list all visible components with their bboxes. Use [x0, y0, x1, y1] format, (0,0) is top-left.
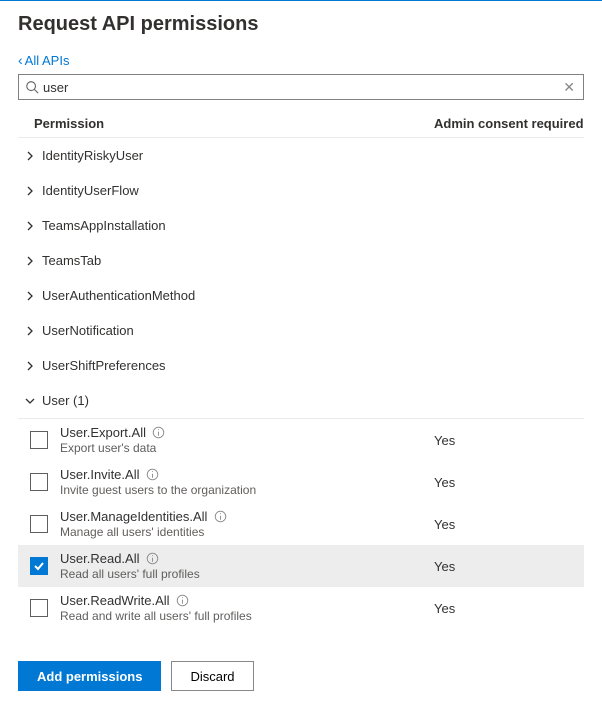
chevron-right-icon	[24, 360, 36, 372]
column-headers: Permission Admin consent required	[18, 110, 584, 138]
group-label: UserNotification	[42, 323, 134, 338]
permission-group[interactable]: TeamsAppInstallation	[18, 208, 584, 243]
info-icon[interactable]	[176, 594, 190, 608]
search-icon	[25, 80, 39, 94]
permission-group[interactable]: IdentityUserFlow	[18, 173, 584, 208]
group-label: User (1)	[42, 393, 89, 408]
permission-name: User.Export.All	[60, 425, 146, 440]
group-label: TeamsAppInstallation	[42, 218, 166, 233]
consent-required: Yes	[434, 517, 584, 532]
info-icon[interactable]	[213, 510, 227, 524]
back-link-label: All APIs	[25, 53, 70, 68]
permission-checkbox[interactable]	[30, 515, 48, 533]
search-input-wrap: ✕	[18, 74, 584, 100]
permission-checkbox[interactable]	[30, 557, 48, 575]
search-input[interactable]	[43, 75, 561, 99]
permission-name: User.Invite.All	[60, 467, 139, 482]
permission-name: User.ManageIdentities.All	[60, 509, 207, 524]
all-apis-link[interactable]: ‹ All APIs	[18, 52, 69, 68]
permission-row: User.ManageIdentities.All Manage all use…	[18, 503, 584, 545]
group-label: TeamsTab	[42, 253, 101, 268]
permission-name: User.ReadWrite.All	[60, 593, 170, 608]
permission-description: Invite guest users to the organization	[60, 483, 426, 497]
info-icon[interactable]	[145, 552, 159, 566]
col-permission-header: Permission	[34, 116, 434, 131]
chevron-right-icon	[24, 325, 36, 337]
clear-search-icon[interactable]: ✕	[561, 79, 577, 96]
chevron-left-icon: ‹	[18, 52, 23, 68]
add-permissions-button[interactable]: Add permissions	[18, 661, 161, 691]
chevron-right-icon	[24, 290, 36, 302]
group-label: UserAuthenticationMethod	[42, 288, 195, 303]
info-icon[interactable]	[152, 426, 166, 440]
permission-group[interactable]: UserShiftPreferences	[18, 348, 584, 383]
permission-group[interactable]: TeamsTab	[18, 243, 584, 278]
consent-required: Yes	[434, 475, 584, 490]
permission-group[interactable]: UserNotification	[18, 313, 584, 348]
chevron-right-icon	[24, 255, 36, 267]
permission-row: User.ReadWrite.All Read and write all us…	[18, 587, 584, 629]
permission-description: Manage all users' identities	[60, 525, 426, 539]
permission-checkbox[interactable]	[30, 431, 48, 449]
permission-row: User.Export.All Export user's data Yes	[18, 419, 584, 461]
chevron-down-icon	[24, 395, 36, 407]
permission-group[interactable]: IdentityRiskyUser	[18, 138, 584, 173]
group-label: IdentityUserFlow	[42, 183, 139, 198]
permission-group-user[interactable]: User (1)	[18, 383, 584, 418]
info-icon[interactable]	[145, 468, 159, 482]
col-consent-header: Admin consent required	[434, 116, 584, 131]
page-title: Request API permissions	[18, 13, 584, 36]
chevron-right-icon	[24, 185, 36, 197]
permission-description: Read all users' full profiles	[60, 567, 426, 581]
chevron-right-icon	[24, 220, 36, 232]
consent-required: Yes	[434, 601, 584, 616]
consent-required: Yes	[434, 433, 584, 448]
permission-description: Export user's data	[60, 441, 426, 455]
permission-description: Read and write all users' full profiles	[60, 609, 426, 623]
permission-checkbox[interactable]	[30, 473, 48, 491]
permission-row: User.Invite.All Invite guest users to th…	[18, 461, 584, 503]
permission-checkbox[interactable]	[30, 599, 48, 617]
permission-row: User.Read.All Read all users' full profi…	[18, 545, 584, 587]
chevron-right-icon	[24, 150, 36, 162]
permission-group[interactable]: UserAuthenticationMethod	[18, 278, 584, 313]
group-label: IdentityRiskyUser	[42, 148, 143, 163]
discard-button[interactable]: Discard	[171, 661, 253, 691]
permission-name: User.Read.All	[60, 551, 139, 566]
consent-required: Yes	[434, 559, 584, 574]
footer-actions: Add permissions Discard	[18, 661, 584, 691]
group-label: UserShiftPreferences	[42, 358, 166, 373]
